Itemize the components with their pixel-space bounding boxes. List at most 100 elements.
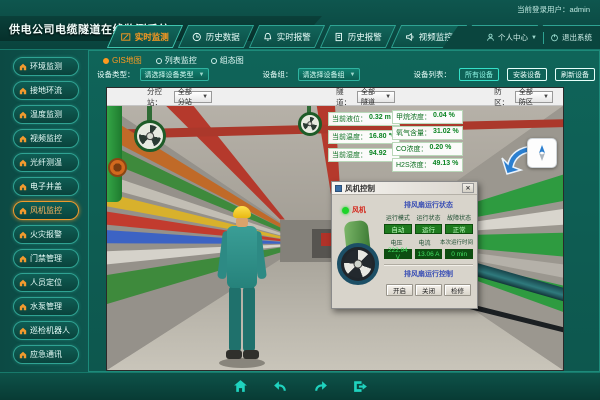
house-icon [19,183,27,191]
chevron-down-icon: ▼ [350,72,356,78]
sidebar-item-fire-alarm[interactable]: 火灾报警 [13,225,79,244]
all-devices-button[interactable]: 所有设备 [459,68,499,81]
device-list-label: 设备列表： [414,69,452,80]
redo-button[interactable] [310,377,330,397]
tab-realtime-alarm[interactable]: 实时报警 [249,25,325,48]
sensor-readouts-right: 甲烷浓度：0.04 % 氧气含量：31.02 % CO浓度：0.20 % H2S… [392,110,463,172]
house-icon [19,351,27,359]
status-section-heading: 排风扇运行状态 [384,200,473,210]
house-icon [19,231,27,239]
device-group-select[interactable]: 请选择设备组▼ [298,68,361,81]
sidebar-item-fiber-temp[interactable]: 光纤测温 [13,153,79,172]
sidebar-item-manhole-cover[interactable]: 电子井盖 [13,177,79,196]
fan-off-button[interactable]: 关闭 [415,284,442,296]
undo-button[interactable] [270,377,290,397]
user-panel: 个人中心 ▼ 退出系统 [442,26,600,49]
green-duct [107,106,122,202]
house-icon [19,63,27,71]
header: 供电公司电缆隧道在线监测系统 实时监测 历史数据 实时报警 历史报警 视频监控 … [0,0,600,50]
home-button[interactable] [230,377,250,397]
tab-history-alarm[interactable]: 历史报警 [320,25,396,48]
sensor-box: H2S浓度：49.13 % [392,158,463,172]
device-type-select[interactable]: 请选择设备类型▼ [140,68,210,81]
zone-select[interactable]: 全部防区▼ [515,91,553,103]
radio-scada-view[interactable]: 组态图 [211,55,244,66]
logout-button[interactable]: 退出系统 [550,32,592,43]
redo-arrow-icon [312,378,329,395]
run-mode-value: 自动 [384,224,412,234]
window-icon [335,185,342,192]
house-icon [19,87,27,95]
sidebar-item-env-monitor[interactable]: 环境监测 [13,57,79,76]
close-icon[interactable]: ✕ [462,183,474,193]
device-filter-row: 设备类型： 请选择设备类型▼ 设备组： 请选择设备组▼ 设备列表： 所有设备 安… [97,68,595,81]
sidebar-item-access-control[interactable]: 门禁管理 [13,249,79,268]
station-filter: 分控站： 全部分站▼ [147,86,212,108]
chevron-down-icon: ▼ [199,72,205,78]
house-icon [19,207,27,215]
hard-hat [233,206,251,218]
sidebar-item-ground-current[interactable]: 接地环流 [13,81,79,100]
divider [384,264,473,266]
location-filter-bar: 分控站： 全部分站▼ 隧道： 全部隧道▼ 防区： 全部防区▼ [107,88,563,106]
wall-fan[interactable] [108,158,127,177]
fan-device-label: 风机 [352,205,366,215]
sidebar-item-pump-mgmt[interactable]: 水泵管理 [13,297,79,316]
house-icon [19,111,27,119]
chevron-down-icon: ▼ [531,35,537,41]
exit-button[interactable] [350,377,370,397]
sidebar-item-temp-monitor[interactable]: 温度监测 [13,105,79,124]
current-user-text: 当前登录用户：admin [517,4,590,15]
fan-on-button[interactable]: 开启 [386,284,413,296]
undo-arrow-icon [272,378,289,395]
worker-shadow [219,358,265,368]
online-led [342,207,349,214]
sidebar-item-inspection-robot[interactable]: 巡检机器人 [13,321,79,340]
device-type-label: 设备类型： [97,69,135,80]
sidebar-item-personnel-location[interactable]: 人员定位 [13,273,79,292]
sensor-box: 当前液位：0.32 m [328,112,400,126]
sensor-box: 当前湿度：94.92 [328,148,400,162]
house-icon [19,279,27,287]
fault-state-value: 正常 [445,224,473,234]
worker-avatar[interactable] [219,206,265,368]
tunnel-select[interactable]: 全部隧道▼ [357,91,395,103]
sidebar-item-fan-monitor[interactable]: 风机监控 [13,201,79,220]
tab-history-data[interactable]: 历史数据 [178,25,254,48]
device-group-label: 设备组： [263,69,293,80]
installed-devices-button[interactable]: 安装设备 [507,68,547,81]
ceiling-fan[interactable] [298,112,322,136]
bottom-nav-bar [0,372,600,400]
sensor-readouts-left: 当前液位：0.32 m 当前温度：16.80 ℃ 当前湿度：94.92 [328,112,400,162]
radio-list-monitor[interactable]: 列表监控 [156,55,197,66]
sidebar-item-video-monitor[interactable]: 视频监控 [13,129,79,148]
main-panel: GIS地图 列表监控 组态图 设备类型： 请选择设备类型▼ 设备组： 请选择设备… [88,50,600,372]
compass-icon[interactable] [527,138,557,168]
tab-realtime-monitor[interactable]: 实时监测 [107,25,183,48]
profile-menu[interactable]: 个人中心 ▼ [486,32,537,43]
dialog-title: 风机控制 [345,183,375,194]
radio-dot-icon [103,58,109,64]
house-icon [19,255,27,263]
current-value: 13.06 A [415,249,443,259]
fan-control-dialog: 风机控制 ✕ 风机 排风扇运行状态 运行模式 运行状态 故障状态 [331,181,478,309]
clock-icon [192,32,202,42]
radio-dot-icon [156,58,162,64]
fan-maintenance-button[interactable]: 检修 [444,284,471,296]
radio-gis-map[interactable]: GIS地图 [103,55,142,66]
chevron-down-icon: ▼ [385,94,391,100]
alarm-log-icon [334,32,344,42]
sensor-box: 甲烷浓度：0.04 % [392,110,463,124]
ceiling-fan[interactable] [134,120,166,152]
station-select[interactable]: 全部分站▼ [174,91,212,103]
chevron-down-icon: ▼ [543,94,549,100]
sensor-box: CO浓度：0.20 % [392,142,463,156]
dialog-titlebar[interactable]: 风机控制 ✕ [332,182,477,195]
zone-filter: 防区： 全部防区▼ [494,86,553,108]
refresh-devices-button[interactable]: 刷新设备 [555,68,595,81]
sidebar-item-emergency-comm[interactable]: 应急通讯 [13,345,79,364]
divider [543,32,544,44]
fan-impeller [337,243,379,285]
voltage-value: 222.94 V [384,249,412,259]
sensor-box: 当前温度：16.80 ℃ [328,130,400,144]
